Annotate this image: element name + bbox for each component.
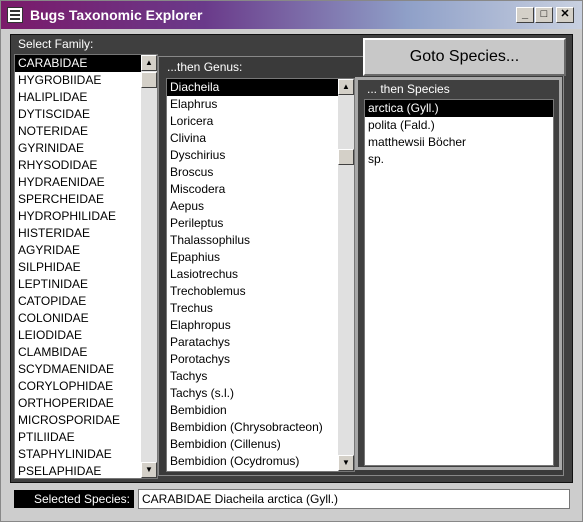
genus-list-item[interactable]: Tachys (s.l.) xyxy=(167,385,354,402)
family-list-item[interactable]: RHYSODIDAE xyxy=(15,157,157,174)
genus-list-item[interactable]: Paratachys xyxy=(167,334,354,351)
genus-list[interactable]: Diacheila Elaphrus Loricera Clivina Dyschiri… xyxy=(166,78,355,472)
genus-list-item[interactable]: Porotachys xyxy=(167,351,354,368)
scroll-down-icon[interactable]: ▼ xyxy=(338,455,354,471)
goto-species-button[interactable]: Goto Species... xyxy=(363,38,566,76)
selected-species-label: Selected Species: xyxy=(14,490,134,508)
family-list-item[interactable]: AGYRIDAE xyxy=(15,242,157,259)
app-icon[interactable] xyxy=(7,7,23,23)
family-list-item[interactable]: GYRINIDAE xyxy=(15,140,157,157)
genus-scrollbar[interactable]: ▲ ▼ xyxy=(338,79,354,471)
minimize-button[interactable]: _ xyxy=(516,7,534,23)
family-list-item[interactable]: HISTERIDAE xyxy=(15,225,157,242)
family-list-item[interactable]: HYGROBIIDAE xyxy=(15,72,157,89)
genus-list-item[interactable]: Aepus xyxy=(167,198,354,215)
genus-list-item[interactable]: Perileptus xyxy=(167,215,354,232)
family-scrollbar[interactable]: ▲ ▼ xyxy=(141,55,157,478)
family-list-item[interactable]: LEIODIDAE xyxy=(15,327,157,344)
species-list-item[interactable]: sp. xyxy=(365,151,553,168)
family-list-item[interactable]: CORYLOPHIDAE xyxy=(15,378,157,395)
family-list-item[interactable]: CATOPIDAE xyxy=(15,293,157,310)
genus-list-item[interactable]: Miscodera xyxy=(167,181,354,198)
family-list-item[interactable]: HYDRAENIDAE xyxy=(15,174,157,191)
genus-list-item[interactable]: Tachys xyxy=(167,368,354,385)
genus-list-item[interactable]: Bembidion (Chrysobracteon) xyxy=(167,419,354,436)
genus-list-item[interactable]: Thalassophilus xyxy=(167,232,354,249)
genus-list-item[interactable]: Broscus xyxy=(167,164,354,181)
genus-list-item[interactable]: Diacheila xyxy=(167,79,354,96)
genus-list-item[interactable]: Trechoblemus xyxy=(167,283,354,300)
family-list-item[interactable]: PSELAPHIDAE xyxy=(15,463,157,478)
genus-list-item[interactable]: Epaphius xyxy=(167,249,354,266)
scroll-thumb[interactable] xyxy=(141,72,157,88)
scroll-up-icon[interactable]: ▲ xyxy=(141,55,157,71)
family-list-item[interactable]: CLAMBIDAE xyxy=(15,344,157,361)
species-list-item[interactable]: arctica (Gyll.) xyxy=(365,100,553,117)
genus-list-item[interactable]: Clivina xyxy=(167,130,354,147)
genus-label: ...then Genus: xyxy=(167,60,243,74)
species-list-item[interactable]: matthewsii Böcher xyxy=(365,134,553,151)
family-list-item[interactable]: SILPHIDAE xyxy=(15,259,157,276)
family-list-item[interactable]: SCYDMAENIDAE xyxy=(15,361,157,378)
close-button[interactable]: ✕ xyxy=(556,7,574,23)
family-list-item[interactable]: MICROSPORIDAE xyxy=(15,412,157,429)
family-list[interactable]: CARABIDAE HYGROBIIDAE HALIPLIDAE DYTISCIDAE… xyxy=(14,54,158,479)
family-items: CARABIDAE HYGROBIIDAE HALIPLIDAE DYTISCIDAE… xyxy=(15,55,157,478)
genus-list-item[interactable]: Loricera xyxy=(167,113,354,130)
species-list-item[interactable]: polita (Fald.) xyxy=(365,117,553,134)
maximize-button[interactable]: □ xyxy=(535,7,553,23)
family-list-item[interactable]: PTILIIDAE xyxy=(15,429,157,446)
genus-list-item[interactable]: Bembidion (Ocydromus) xyxy=(167,453,354,470)
genus-list-item[interactable]: Bembidion xyxy=(167,402,354,419)
species-list[interactable]: arctica (Gyll.) polita (Fald.) matthewsii … xyxy=(364,99,554,466)
scroll-down-icon[interactable]: ▼ xyxy=(141,462,157,478)
family-list-item[interactable]: CARABIDAE xyxy=(15,55,157,72)
family-list-item[interactable]: NOTERIDAE xyxy=(15,123,157,140)
genus-list-item[interactable]: Elaphropus xyxy=(167,317,354,334)
scroll-thumb[interactable] xyxy=(338,149,354,165)
family-list-item[interactable]: SPERCHEIDAE xyxy=(15,191,157,208)
family-list-item[interactable]: ORTHOPERIDAE xyxy=(15,395,157,412)
family-list-item[interactable]: COLONIDAE xyxy=(15,310,157,327)
family-list-item[interactable]: HALIPLIDAE xyxy=(15,89,157,106)
window-title: Bugs Taxonomic Explorer xyxy=(30,7,203,23)
main-window: Bugs Taxonomic Explorer _ □ ✕ Select Fam… xyxy=(0,0,583,522)
family-list-item[interactable]: DYTISCIDAE xyxy=(15,106,157,123)
family-list-item[interactable]: HYDROPHILIDAE xyxy=(15,208,157,225)
species-items: arctica (Gyll.) polita (Fald.) matthewsii … xyxy=(365,100,553,168)
family-list-item[interactable]: LEPTINIDAE xyxy=(15,276,157,293)
genus-list-item[interactable]: Trechus xyxy=(167,300,354,317)
species-label: ... then Species xyxy=(367,82,450,96)
family-label: Select Family: xyxy=(18,37,94,51)
genus-list-item[interactable]: Lasiotrechus xyxy=(167,266,354,283)
scroll-up-icon[interactable]: ▲ xyxy=(338,79,354,95)
title-bar[interactable]: Bugs Taxonomic Explorer _ □ ✕ xyxy=(1,1,582,29)
genus-list-item[interactable]: Elaphrus xyxy=(167,96,354,113)
selected-species-field[interactable]: CARABIDAE Diacheila arctica (Gyll.) xyxy=(138,489,570,509)
genus-list-item[interactable]: Bembidion (Cillenus) xyxy=(167,436,354,453)
genus-list-item[interactable]: Dyschirius xyxy=(167,147,354,164)
family-list-item[interactable]: STAPHYLINIDAE xyxy=(15,446,157,463)
genus-items: Diacheila Elaphrus Loricera Clivina Dyschiri… xyxy=(167,79,354,470)
